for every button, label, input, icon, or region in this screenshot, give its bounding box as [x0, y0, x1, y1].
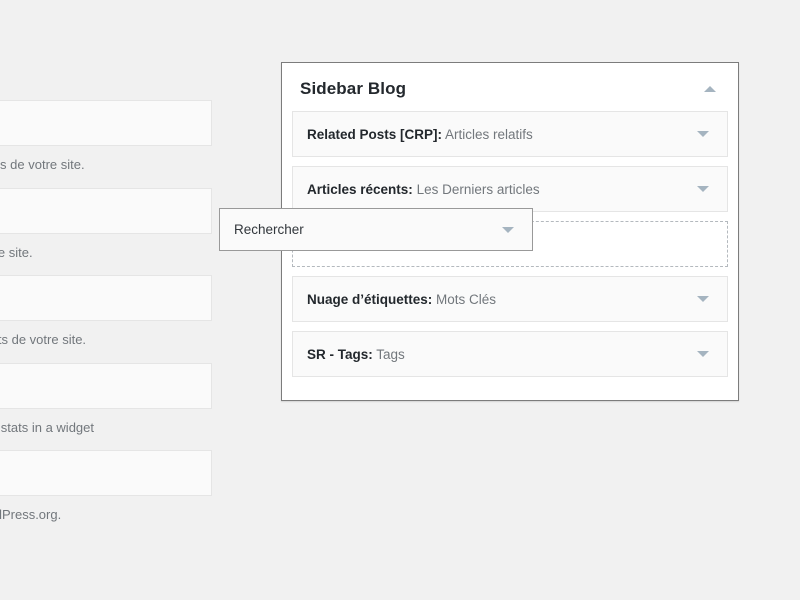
sidebar-widget-row[interactable]: Articles récents: Les Derniers articles: [292, 166, 728, 212]
triangle-down-icon: [697, 351, 709, 357]
triangle-down-icon: [697, 186, 709, 192]
dragged-widget-label: Rechercher: [234, 222, 304, 237]
available-widget-item[interactable]: ics Dashboard: [0, 362, 212, 409]
available-widget-item[interactable]: s récents: [0, 275, 212, 321]
triangle-down-icon: [697, 296, 709, 302]
sidebar-widget-label: Articles récents: Les Derniers articles: [307, 182, 540, 197]
dragged-widget[interactable]: Rechercher: [219, 208, 533, 251]
sidebar-widget-label: SR - Tags: Tags: [307, 347, 405, 362]
sidebar-widget-row[interactable]: Nuage d’étiquettes: Mots Clés: [292, 276, 728, 322]
sidebar-widget-row[interactable]: SR - Tags: Tags: [292, 331, 728, 377]
available-widgets-column: nsuelle des articles de votre site. es a…: [0, 100, 212, 538]
sidebar-widget-instance: Tags: [372, 346, 405, 362]
sidebar-widget-instance: Mots Clés: [432, 291, 497, 307]
sidebar-widget-name: Articles récents:: [307, 181, 413, 197]
triangle-up-icon: [704, 86, 716, 92]
sidebar-widget-expand-button[interactable]: [693, 292, 713, 306]
sidebar-widget-label: Nuage d’étiquettes: Mots Clés: [307, 292, 496, 307]
sidebar-collapse-button[interactable]: [700, 82, 720, 96]
available-widget-item[interactable]: [0, 100, 212, 146]
sidebar-widget-name: SR - Tags:: [307, 346, 373, 362]
available-widget-description: nsuelle des articles de votre site.: [0, 157, 85, 172]
sidebar-panel-header[interactable]: Sidebar Blog: [282, 63, 738, 111]
sidebar-widget-expand-button[interactable]: [693, 347, 713, 361]
sidebar-widget-row[interactable]: Related Posts [CRP]: Articles relatifs: [292, 111, 728, 157]
sidebar-widget-name: Related Posts [CRP]:: [307, 126, 443, 142]
sidebar-panel-title: Sidebar Blog: [300, 79, 407, 98]
triangle-down-icon: [502, 226, 514, 233]
sidebar-widget-expand-button[interactable]: [693, 182, 713, 196]
triangle-down-icon: [697, 131, 709, 137]
sidebar-widget-instance: Les Derniers articles: [412, 181, 540, 197]
sidebar-widget-label: Related Posts [CRP]: Articles relatifs: [307, 127, 533, 142]
available-widget-description: RSS et liens WordPress.org.: [0, 507, 62, 522]
available-widget-item[interactable]: [0, 187, 212, 234]
dragged-widget-expand-button[interactable]: [498, 223, 518, 237]
available-widget-description: r google analytics stats in a widget: [0, 419, 94, 435]
sidebar-widget-name: Nuage d’étiquettes:: [307, 291, 433, 307]
available-widget-item[interactable]: [0, 450, 212, 496]
sidebar-widget-instance: Articles relatifs: [442, 126, 533, 142]
available-widget-description: es articles de votre site.: [0, 244, 33, 260]
available-widget-description: res les plus récents de votre site.: [0, 332, 87, 347]
sidebar-widget-expand-button[interactable]: [693, 127, 713, 141]
